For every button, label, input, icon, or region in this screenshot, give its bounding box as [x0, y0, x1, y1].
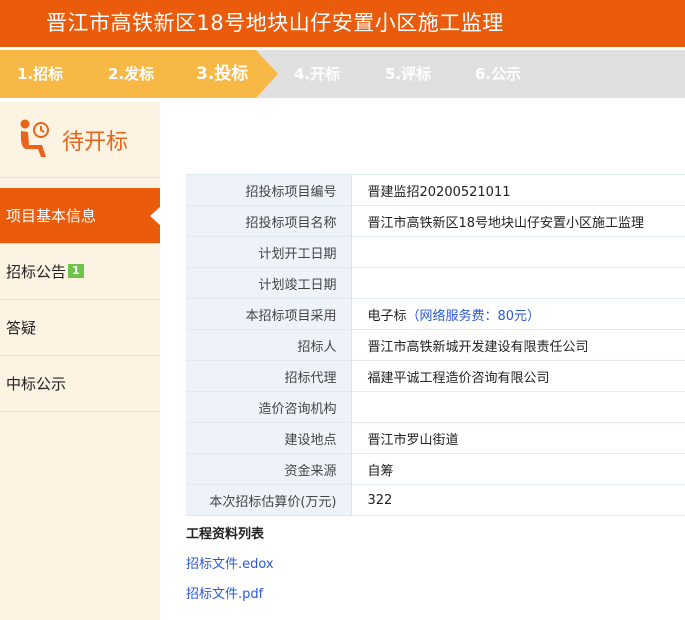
field-label: 资金来源: [186, 453, 352, 485]
field-label: 造价咨询机构: [186, 391, 352, 423]
project-title-bar: 晋江市高铁新区18号地块山仔安置小区施工监理: [0, 0, 685, 47]
file-list-title: 工程资料列表: [186, 527, 265, 542]
table-row: 招标人 晋江市高铁新城开发建设有限责任公司: [186, 329, 685, 361]
announcement-count-badge: 1: [68, 263, 84, 278]
sidebar-item-label: 项目基本信息: [6, 207, 97, 225]
bid-method-value: 电子标: [367, 308, 407, 324]
field-value: 自筹: [351, 453, 685, 485]
service-fee-note: （网络服务费：80元）: [406, 308, 541, 324]
sidebar-item-label: 答疑: [6, 319, 37, 337]
field-value: 福建平诚工程造价咨询有限公司: [351, 360, 685, 392]
table-row: 资金来源 自筹: [186, 453, 685, 485]
sidebar-status-header: 待开标: [0, 102, 160, 178]
table-row: 招投标项目编号 晋建监招20200521011: [186, 174, 685, 206]
table-row: 计划开工日期: [186, 236, 685, 268]
step-evaluate: 5.评标: [385, 65, 432, 83]
field-value: 晋建监招20200521011: [351, 174, 685, 206]
field-value: [351, 391, 685, 423]
table-row: 本次招标估算价(万元) 322: [186, 484, 685, 516]
file-link-edox[interactable]: 招标文件.edox: [186, 553, 274, 572]
sidebar-item-announcement[interactable]: 招标公告 1: [0, 244, 160, 300]
field-value: 晋江市罗山街道: [351, 422, 685, 454]
sidebar-item-label: 中标公示: [6, 375, 67, 393]
table-row: 计划竣工日期: [186, 267, 685, 299]
field-label: 招投标项目编号: [186, 174, 352, 206]
field-label: 本次招标估算价(万元): [186, 484, 352, 516]
sidebar: 待开标 项目基本信息 招标公告 1 答疑 中标公示: [0, 102, 160, 620]
sidebar-item-award[interactable]: 中标公示: [0, 356, 160, 412]
sidebar-item-qa[interactable]: 答疑: [0, 300, 160, 356]
waiting-person-icon: [18, 118, 50, 162]
field-label: 招标人: [186, 329, 352, 361]
step-tender: 1.招标: [17, 65, 64, 83]
table-row: 建设地点 晋江市罗山街道: [186, 422, 685, 454]
step-publicize: 6.公示: [475, 65, 522, 83]
table-row: 招投标项目名称 晋江市高铁新区18号地块山仔安置小区施工监理: [186, 205, 685, 237]
field-label: 招标代理: [186, 360, 352, 392]
table-row: 招标代理 福建平诚工程造价咨询有限公司: [186, 360, 685, 392]
field-label: 招投标项目名称: [186, 205, 352, 237]
field-value: [351, 236, 685, 268]
step-issue: 2.发标: [108, 65, 155, 83]
project-info-table: 招投标项目编号 晋建监招20200521011 招投标项目名称 晋江市高铁新区1…: [186, 174, 685, 516]
field-label: 建设地点: [186, 422, 352, 454]
project-title: 晋江市高铁新区18号地块山仔安置小区施工监理: [46, 11, 504, 35]
active-indicator-arrow: [150, 207, 160, 225]
field-value: [351, 267, 685, 299]
field-label: 计划竣工日期: [186, 267, 352, 299]
sidebar-item-label: 招标公告: [6, 263, 67, 281]
file-link-pdf[interactable]: 招标文件.pdf: [186, 583, 263, 602]
table-row: 造价咨询机构: [186, 391, 685, 423]
progress-steps: 1.招标 2.发标 3.投标 4.开标 5.评标 6.公示: [0, 50, 685, 98]
field-value: 322: [351, 484, 685, 516]
steps-progress-arrow: [256, 50, 278, 98]
step-bid: 3.投标: [196, 64, 249, 84]
table-row: 本招标项目采用 电子标（网络服务费：80元）: [186, 298, 685, 330]
field-value: 晋江市高铁新区18号地块山仔安置小区施工监理: [351, 205, 685, 237]
field-label: 计划开工日期: [186, 236, 352, 268]
sidebar-item-project-info[interactable]: 项目基本信息: [0, 188, 160, 244]
field-value: 电子标（网络服务费：80元）: [351, 298, 685, 330]
bid-status-label: 待开标: [62, 130, 129, 155]
field-label: 本招标项目采用: [186, 298, 352, 330]
field-value: 晋江市高铁新城开发建设有限责任公司: [351, 329, 685, 361]
step-open: 4.开标: [294, 65, 341, 83]
